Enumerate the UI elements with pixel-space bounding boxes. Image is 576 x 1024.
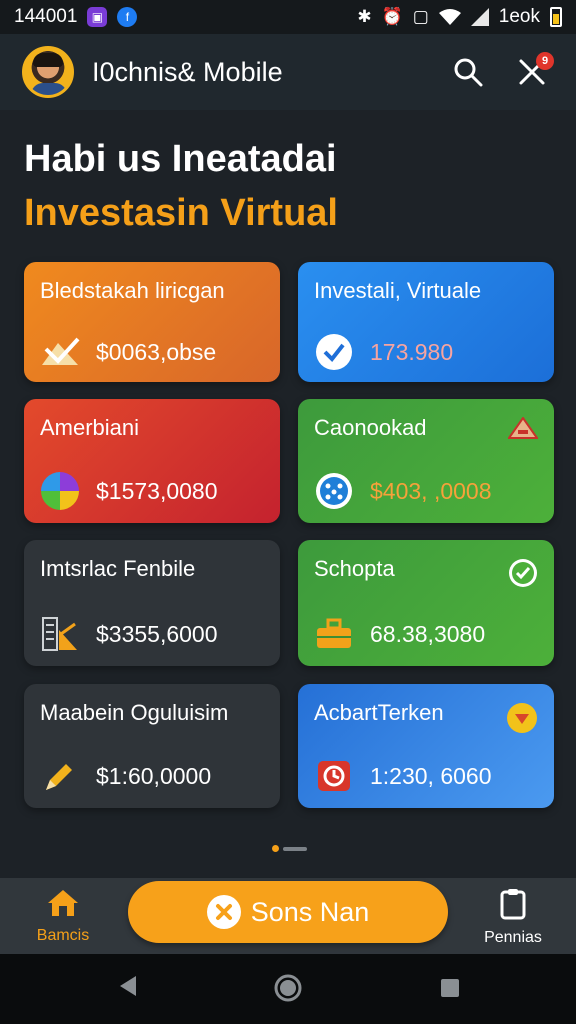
card-label: Caonookad xyxy=(314,415,427,440)
scale-icon xyxy=(40,332,80,372)
home-button[interactable] xyxy=(274,974,302,1007)
recents-button[interactable] xyxy=(440,978,460,1003)
search-button[interactable] xyxy=(446,50,490,94)
primary-action-button[interactable]: Sons Nan xyxy=(128,881,448,943)
investment-card[interactable]: Bledstakah liricgan $0063,obse xyxy=(24,262,280,382)
page-indicator xyxy=(272,845,307,852)
search-icon xyxy=(454,58,483,87)
system-nav-bar xyxy=(0,954,576,1024)
investment-card[interactable]: Imtsrlac Fenbile $3355,6000 xyxy=(24,540,280,666)
bluetooth-icon: ✱ xyxy=(357,7,372,26)
status-right: ✱ ⏰ ▢ 1eok xyxy=(357,6,562,28)
card-label: Imtsrlac Fenbile xyxy=(40,556,196,581)
card-value: 1:230, 6060 xyxy=(370,762,492,789)
investment-card[interactable]: Amerbiani $1573,0080 xyxy=(24,399,280,523)
card-label: Investali, Virtuale xyxy=(314,278,482,303)
bottom-nav: Bamcis Sons Nan Pennias xyxy=(0,878,576,954)
page-dot-active xyxy=(272,845,279,852)
investment-card[interactable]: Maabein Oguluisim $1:60,0000 xyxy=(24,684,280,808)
page-subtitle: Investasin Virtual xyxy=(24,192,338,234)
card-value: $3355,6000 xyxy=(96,620,218,647)
nav-home-label: Bamcis xyxy=(36,927,90,944)
clipboard-icon xyxy=(500,889,526,920)
pencil-icon xyxy=(40,756,80,796)
status-left: 144001 ▣ f xyxy=(14,6,138,28)
check-circle-icon xyxy=(314,332,354,372)
back-icon xyxy=(120,976,136,996)
nav-plans-label: Pennias xyxy=(484,929,542,946)
facebook-icon: f xyxy=(117,7,138,27)
card-value: $403, ,0008 xyxy=(370,477,492,504)
signal-icon xyxy=(470,8,489,26)
alarm-icon: ⏰ xyxy=(381,7,403,26)
home-circle-icon xyxy=(274,974,302,1002)
card-label: Bledstakah liricgan xyxy=(40,278,225,303)
recents-icon xyxy=(441,979,459,997)
page-title: Habi us Ineatadai xyxy=(24,138,337,180)
card-value: $1:60,0000 xyxy=(96,762,212,789)
shield-badge-icon xyxy=(506,702,538,739)
home-icon xyxy=(48,890,78,916)
dots-circle-icon xyxy=(314,471,354,511)
page-dot xyxy=(283,846,307,851)
tools-button[interactable]: 9 xyxy=(510,50,554,94)
primary-action-label: Sons Nan xyxy=(250,896,370,927)
building-icon xyxy=(40,614,80,654)
status-bar: 144001 ▣ f ✱ ⏰ ▢ 1eok xyxy=(0,0,576,34)
card-label: Schopta xyxy=(314,556,395,581)
card-label: AcbartTerken xyxy=(314,700,444,725)
card-value: 68.38,3080 xyxy=(370,620,486,647)
investment-card[interactable]: Caonookad $403, ,0008 xyxy=(298,399,554,523)
investment-card[interactable]: AcbartTerken 1:230, 6060 xyxy=(298,684,554,808)
card-label: Amerbiani xyxy=(40,415,140,440)
app-bar: I0chnis& Mobile 9 xyxy=(0,34,576,110)
wifi-icon xyxy=(438,9,461,25)
investment-card[interactable]: Schopta 68.38,3080 xyxy=(298,540,554,666)
notification-badge: 9 xyxy=(536,52,554,70)
back-button[interactable] xyxy=(118,974,138,1003)
card-value: $0063,obse xyxy=(96,338,217,365)
avatar[interactable] xyxy=(22,46,74,98)
card-label: Maabein Oguluisim xyxy=(40,700,229,725)
nav-home[interactable]: Bamcis xyxy=(18,888,108,945)
vibrate-icon: ▢ xyxy=(412,7,429,26)
close-icon xyxy=(206,895,241,929)
card-value: 173.980 xyxy=(370,338,454,365)
briefcase-icon xyxy=(314,614,354,654)
status-time: 144001 xyxy=(14,6,78,27)
nav-plans[interactable]: Pennias xyxy=(468,888,558,947)
status-right-text: 1eok xyxy=(498,6,540,27)
app-title: I0chnis& Mobile xyxy=(92,56,283,87)
purple-app-icon: ▣ xyxy=(87,7,108,27)
battery-icon xyxy=(550,7,562,27)
pie-chart-icon xyxy=(40,471,80,511)
card-value: $1573,0080 xyxy=(96,477,218,504)
investment-card[interactable]: Investali, Virtuale 173.980 xyxy=(298,262,554,382)
clock-box-icon xyxy=(314,756,354,796)
check-badge-icon xyxy=(508,558,538,593)
tent-icon xyxy=(507,416,539,444)
